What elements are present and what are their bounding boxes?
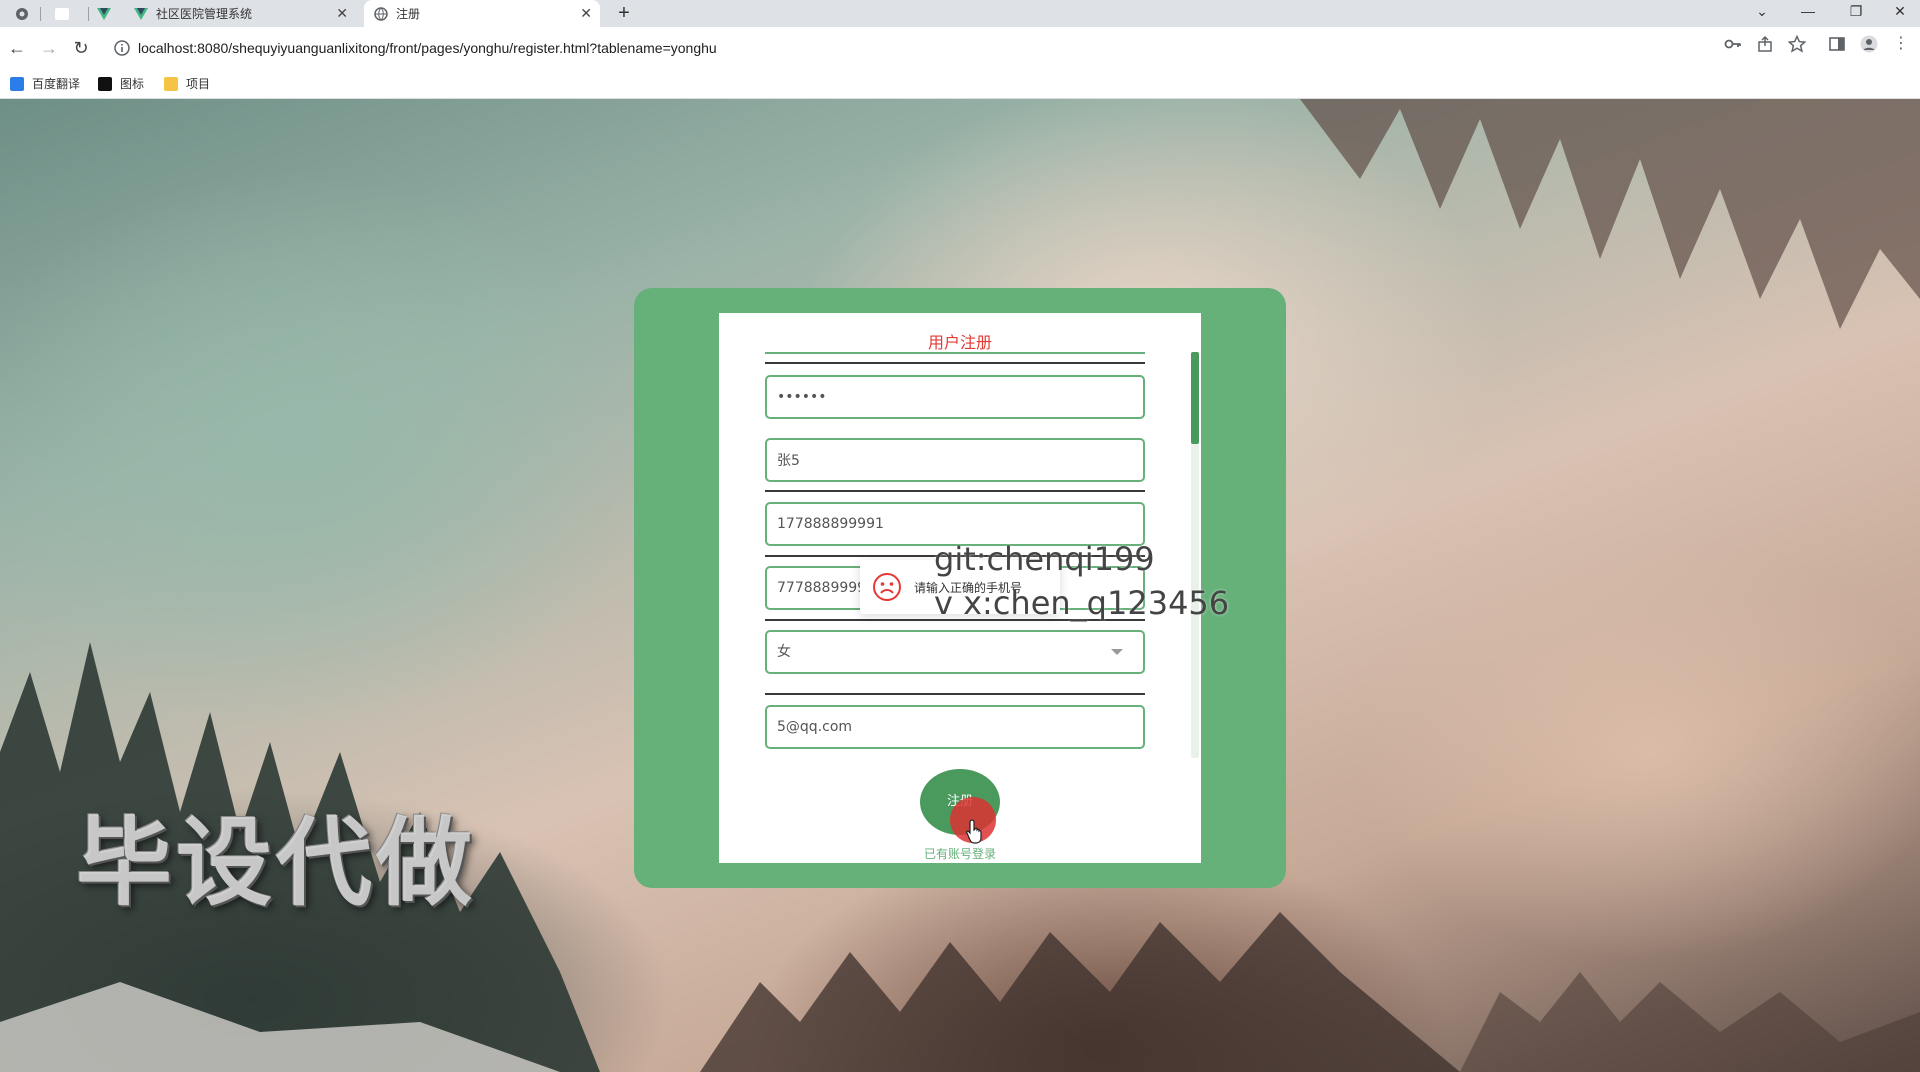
- minimize-button[interactable]: —: [1788, 0, 1828, 24]
- vue-tab-icon[interactable]: [90, 3, 118, 25]
- url-text[interactable]: localhost:8080/shequyiyuanguanlixitong/f…: [138, 40, 717, 56]
- overlay-text-line: git:chenqi199: [934, 540, 1155, 578]
- translate-icon: [10, 76, 24, 91]
- tab-label: 社区医院管理系统: [156, 7, 253, 21]
- sad-face-icon: [873, 573, 901, 601]
- site-info-icon[interactable]: [114, 40, 130, 56]
- profile-avatar-icon[interactable]: [1860, 35, 1878, 53]
- divider: [765, 362, 1145, 364]
- close-tab-icon[interactable]: ✕: [580, 5, 592, 22]
- bookmark-label: 百度翻译: [32, 77, 81, 91]
- bookmark-star-icon[interactable]: [1787, 34, 1807, 53]
- back-arrow-icon[interactable]: ←: [6, 37, 28, 59]
- tab-hospital-system[interactable]: 社区医院管理系统 ✕: [124, 0, 356, 27]
- bookmark-icons[interactable]: 图标: [98, 75, 144, 92]
- close-window-button[interactable]: ✕: [1880, 0, 1920, 24]
- bookmark-projects[interactable]: 项目: [164, 75, 210, 92]
- divider: [765, 490, 1145, 492]
- gender-select[interactable]: 女: [765, 630, 1145, 674]
- forward-arrow-icon[interactable]: →: [38, 37, 60, 59]
- tab-search-dropdown-icon[interactable]: ⌄: [1742, 0, 1782, 24]
- close-tab-icon[interactable]: ✕: [336, 5, 348, 22]
- address-bar-row: ← → ↻ localhost:8080/shequyiyuanguanlixi…: [0, 27, 1920, 68]
- form-scrollbar-thumb[interactable]: [1191, 352, 1199, 444]
- new-tab-button[interactable]: +: [612, 2, 636, 26]
- email-field[interactable]: [765, 705, 1145, 749]
- gender-selected-value: 女: [777, 644, 791, 660]
- blank-tab-icon[interactable]: [48, 3, 76, 25]
- globe-icon: [374, 6, 388, 21]
- folder-icon: [164, 76, 178, 91]
- bookmark-label: 图标: [120, 77, 145, 91]
- image-icon: [98, 76, 112, 91]
- name-field[interactable]: [765, 438, 1145, 482]
- vue-logo-icon: [134, 7, 148, 21]
- title-underline: [765, 352, 1145, 354]
- overlay-text-line: v x:chen_q123456: [934, 584, 1230, 622]
- hand-cursor-icon: [965, 819, 982, 844]
- reload-icon[interactable]: ↻: [70, 37, 92, 59]
- bookmark-baidu-translate[interactable]: 百度翻译: [10, 75, 80, 92]
- bookmark-label: 项目: [186, 77, 211, 91]
- form-title: 用户注册: [927, 333, 992, 352]
- omnibox[interactable]: localhost:8080/shequyiyuanguanlixitong/f…: [106, 33, 1796, 63]
- tab-register[interactable]: 注册 ✕: [364, 0, 600, 27]
- login-link[interactable]: 已有账号登录: [0, 845, 1920, 862]
- chevron-down-icon: [1111, 649, 1123, 655]
- restore-button[interactable]: ❐: [1836, 0, 1876, 24]
- divider: [765, 693, 1145, 695]
- more-menu-icon[interactable]: ⋮: [1892, 35, 1910, 53]
- browser-tab-bar: 社区医院管理系统 ✕ 注册 ✕ + ⌄ — ❐ ✕: [0, 0, 1920, 27]
- share-icon[interactable]: [1756, 35, 1774, 53]
- key-icon[interactable]: [1724, 35, 1742, 53]
- tab-search-icon[interactable]: [8, 3, 36, 25]
- side-panel-icon[interactable]: [1828, 35, 1846, 53]
- tab-label: 注册: [396, 7, 421, 21]
- bookmarks-bar: 百度翻译 图标 项目: [0, 68, 1920, 99]
- password-field[interactable]: [765, 375, 1145, 419]
